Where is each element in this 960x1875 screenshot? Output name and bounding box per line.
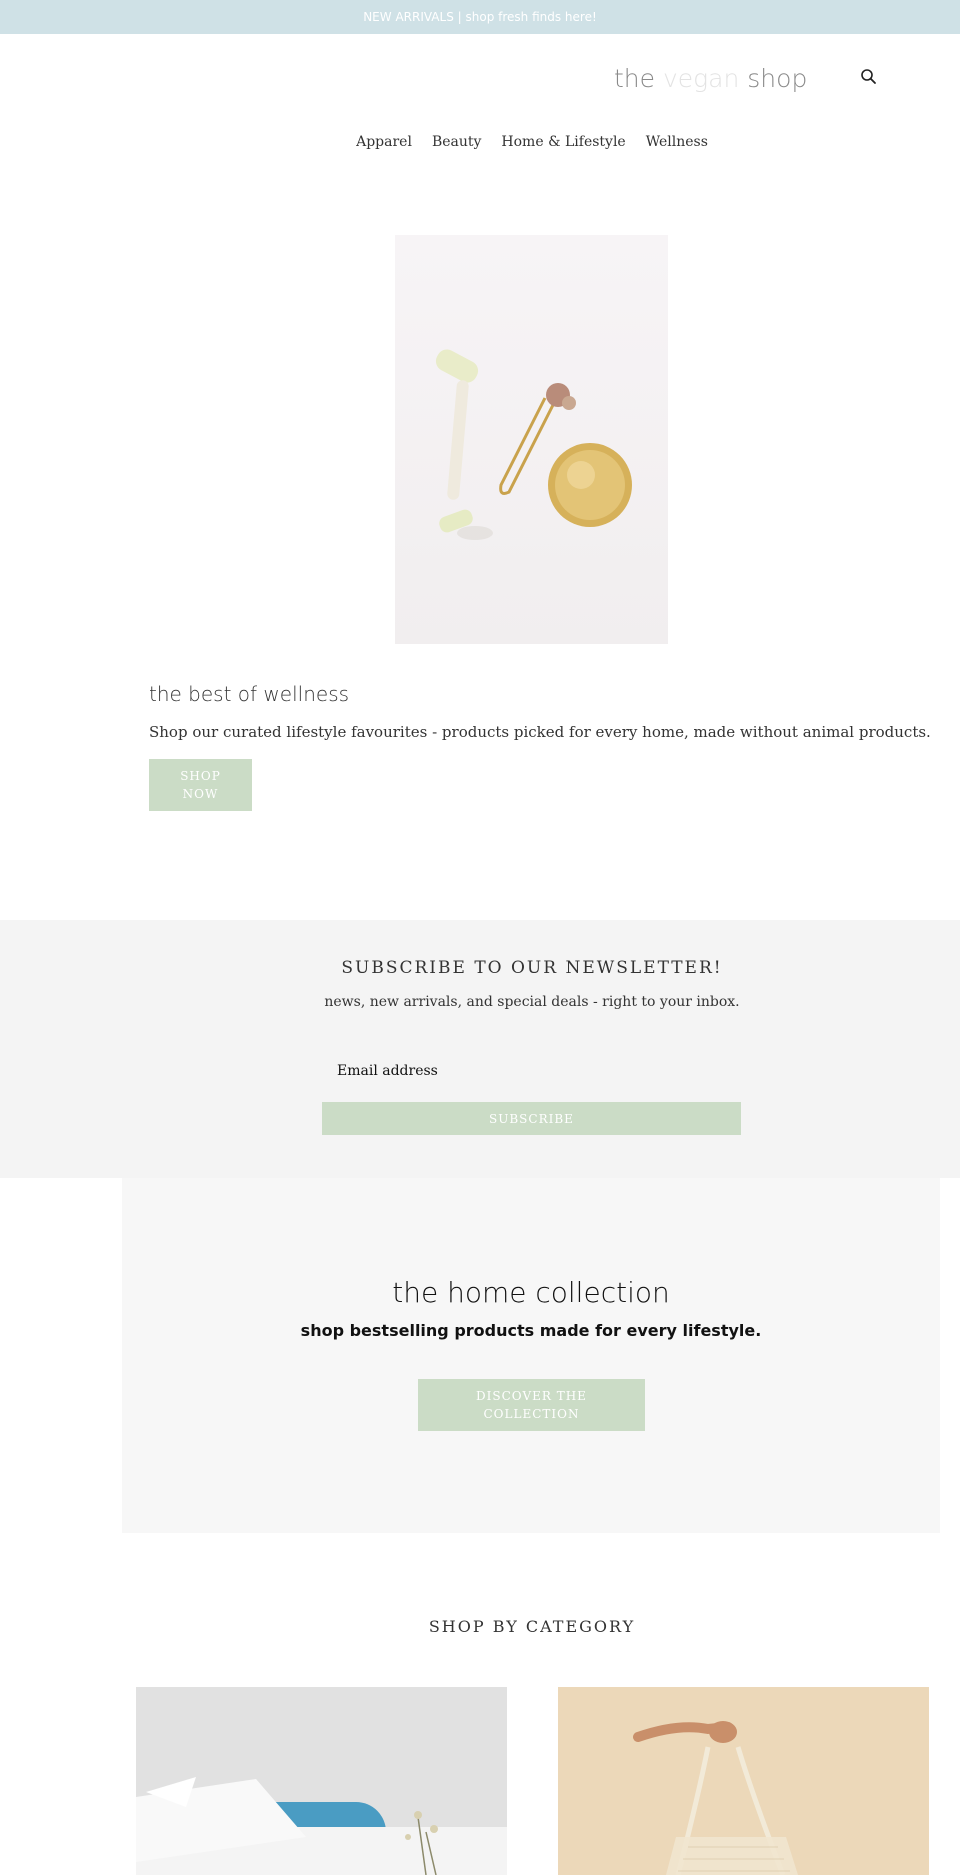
logo-text-shop: shop [739,64,808,93]
hero-subtitle: Shop our curated lifestyle favourites - … [149,723,931,741]
category-image-bedroom [136,1687,507,1875]
email-field[interactable] [322,1057,741,1085]
hero-image [395,235,668,644]
announcement-text[interactable]: NEW ARRIVALS | shop fresh finds here! [363,10,597,24]
category-image-tote-bag [558,1687,929,1875]
collection-subtitle: shop bestselling products made for every… [300,1321,762,1340]
subscribe-button[interactable]: SUBSCRIBE [322,1102,741,1135]
nav-item-wellness[interactable]: Wellness [646,134,708,150]
search-icon [861,69,876,84]
nav-item-home-lifestyle[interactable]: Home & Lifestyle [501,134,625,150]
newsletter-subtitle: news, new arrivals, and special deals - … [324,994,740,1010]
discover-collection-button[interactable]: DISCOVER THE COLLECTION [418,1379,645,1431]
logo-text-the: the [614,64,663,93]
nav-item-beauty[interactable]: Beauty [432,134,481,150]
subscribe-label: SUBSCRIBE [489,1111,574,1126]
hero-title: the best of wellness [149,682,350,706]
shop-now-button[interactable]: SHOP NOW [149,759,252,811]
home-collection-banner [122,1178,940,1533]
newsletter-title: SUBSCRIBE TO OUR NEWSLETTER! [341,958,723,978]
nav-item-apparel[interactable]: Apparel [356,134,412,150]
shop-now-label: SHOP NOW [180,769,221,801]
announcement-bar[interactable]: NEW ARRIVALS | shop fresh finds here! [0,0,960,34]
site-logo[interactable]: the vegan shop [614,64,807,93]
hero-product-illustration [435,349,632,540]
main-nav: Apparel Beauty Home & Lifestyle Wellness [0,134,960,150]
discover-collection-label: DISCOVER THE COLLECTION [476,1389,587,1421]
search-button[interactable] [860,68,878,86]
logo-text-vegan: vegan [662,64,740,93]
collection-title: the home collection [392,1276,670,1309]
category-section-title: SHOP BY CATEGORY [428,1617,636,1636]
category-card-home[interactable] [136,1687,507,1875]
category-card-lifestyle[interactable] [558,1687,929,1875]
